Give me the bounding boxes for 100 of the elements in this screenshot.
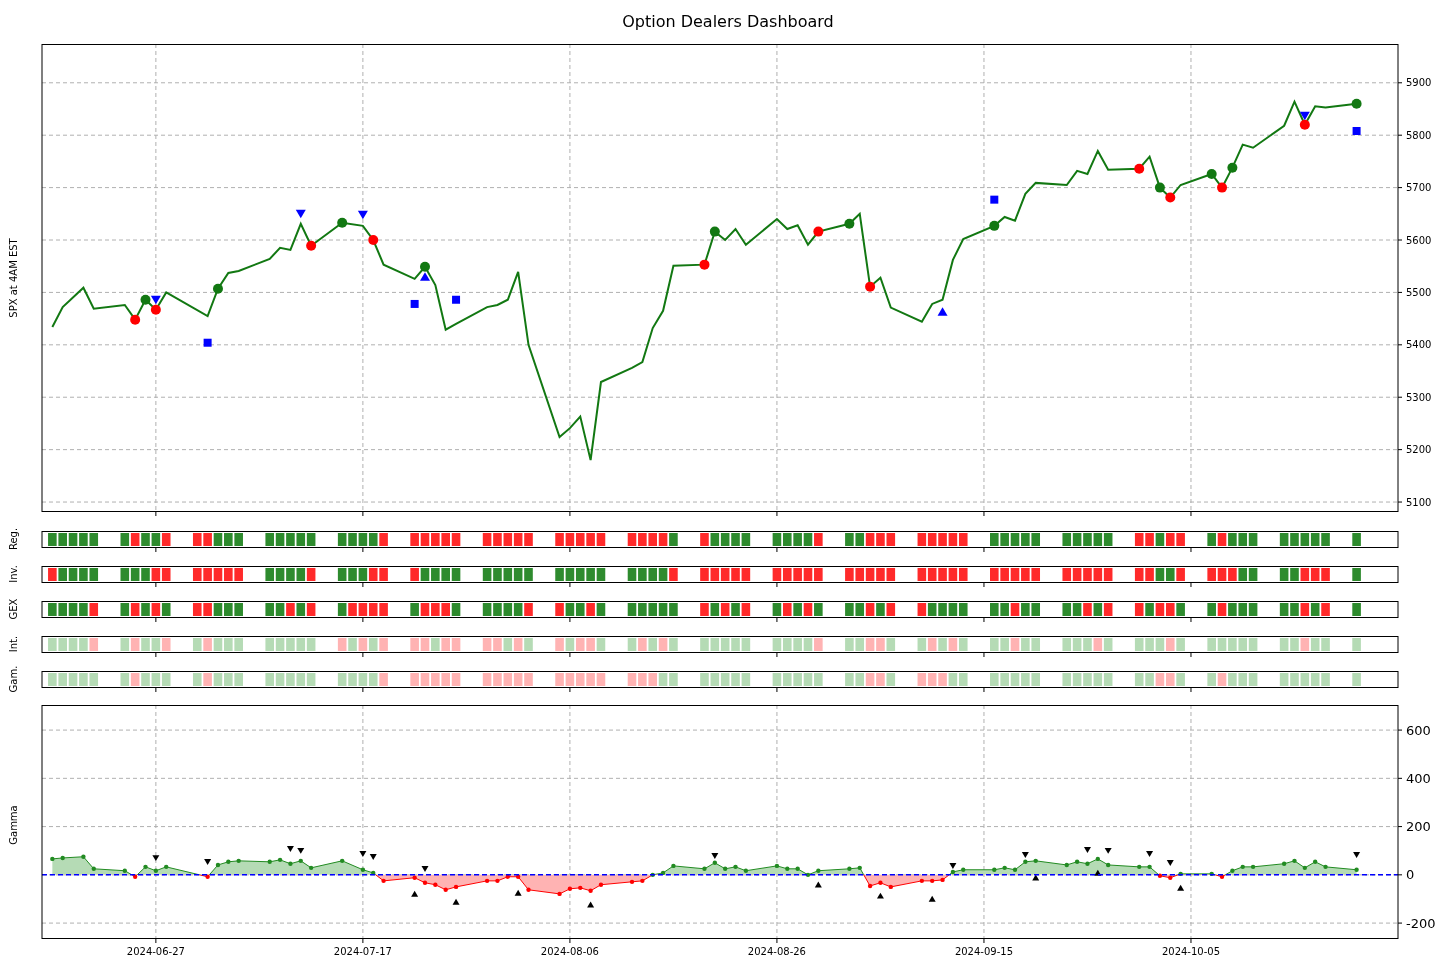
- axis-tick-label: 5300: [1406, 391, 1432, 403]
- down-triangle-marker: [1353, 852, 1361, 858]
- circle-marker: [1227, 162, 1238, 173]
- up-triangle-marker: [452, 898, 460, 905]
- up-triangle-marker: [411, 890, 419, 897]
- axis-tick-label: 5200: [1406, 444, 1432, 456]
- gamma-point: [1064, 862, 1069, 868]
- down-triangle-marker: [421, 866, 429, 872]
- gamma-point: [1230, 868, 1235, 873]
- gamma-point: [205, 874, 210, 879]
- gamma-point: [671, 863, 676, 869]
- gamma-point: [143, 864, 148, 870]
- up-triangle-marker: [587, 901, 595, 908]
- gamma-point: [588, 888, 593, 893]
- gamma-point: [50, 856, 55, 862]
- gamma-point: [164, 864, 169, 870]
- gamma-point: [805, 872, 811, 878]
- circle-marker: [1165, 192, 1176, 203]
- axis-tick-label: 600: [1406, 722, 1431, 738]
- gamma-point: [1302, 865, 1308, 871]
- gamma-point: [288, 861, 293, 866]
- down-triangle-marker: [295, 209, 306, 219]
- gamma-point: [91, 866, 96, 871]
- gamma-point: [267, 859, 272, 864]
- gamma-point: [878, 880, 883, 885]
- gamma-point: [298, 858, 303, 864]
- gamma-point: [132, 874, 138, 879]
- circle-marker: [150, 304, 161, 315]
- gamma-point: [919, 878, 925, 884]
- gamma-point: [1105, 862, 1111, 868]
- gamma-point: [422, 880, 428, 885]
- circle-marker: [989, 220, 1000, 231]
- gamma-point: [1354, 867, 1359, 872]
- circle-marker: [1351, 98, 1362, 109]
- gamma-point: [122, 868, 127, 873]
- gamma-point: [940, 877, 945, 883]
- gamma-point: [629, 879, 635, 885]
- gamma-point: [598, 882, 604, 887]
- up-triangle-marker: [420, 272, 430, 281]
- down-triangle-marker: [1166, 859, 1174, 866]
- gamma-point: [1323, 864, 1328, 870]
- gamma-point: [81, 854, 86, 859]
- up-triangle-marker: [1032, 874, 1040, 881]
- gamma-point: [515, 874, 521, 879]
- gamma-point: [733, 864, 738, 870]
- square-marker: [410, 299, 419, 308]
- axis-label: SPX at 4AM EST: [8, 238, 19, 318]
- gamma-point: [567, 886, 573, 891]
- gamma-point: [1033, 858, 1038, 864]
- down-triangle-marker: [1299, 111, 1310, 121]
- circle-marker: [865, 281, 876, 292]
- axis-tick-label: 5800: [1406, 129, 1432, 141]
- gamma-point: [433, 882, 438, 887]
- axis-tick-label: 2024-07-17: [333, 946, 392, 957]
- axis-label: Gamma: [8, 805, 19, 845]
- gamma-point: [371, 870, 376, 876]
- circle-marker: [306, 240, 317, 251]
- circle-marker: [337, 217, 348, 228]
- strip-label: Inv.: [8, 565, 19, 583]
- gamma-point: [743, 868, 749, 873]
- axis-tick-label: 2024-08-26: [747, 946, 806, 957]
- gamma-point: [1002, 865, 1007, 871]
- gamma-point: [443, 887, 448, 892]
- circle-marker: [1217, 182, 1228, 193]
- strip-label: GEX: [8, 598, 19, 620]
- down-triangle-marker: [949, 863, 957, 870]
- gamma-point: [992, 867, 997, 872]
- gamma-point: [360, 867, 366, 872]
- down-triangle-marker: [297, 847, 305, 854]
- gamma-point: [215, 862, 221, 868]
- circle-marker: [699, 259, 710, 270]
- axis-tick-label: 5900: [1406, 77, 1432, 89]
- square-marker: [990, 195, 999, 204]
- axis-tick-label: 400: [1406, 770, 1431, 786]
- gamma-point: [888, 884, 893, 890]
- axis-tick-label: 5500: [1406, 286, 1432, 298]
- axis-tick-label: 0: [1406, 867, 1415, 883]
- gamma-point: [1095, 856, 1100, 862]
- gamma-point: [712, 860, 717, 865]
- strip-label: Gam.: [8, 665, 19, 693]
- up-triangle-marker: [514, 889, 522, 896]
- gamma-point: [650, 872, 655, 878]
- circle-marker: [709, 226, 720, 237]
- gamma-point: [1157, 873, 1163, 878]
- gamma-point: [236, 858, 241, 864]
- gamma-point: [640, 878, 645, 884]
- gamma-point: [867, 883, 873, 889]
- gamma-point: [702, 866, 707, 871]
- strip-label: Reg.: [8, 527, 19, 551]
- down-triangle-marker: [359, 851, 367, 857]
- down-triangle-marker: [369, 853, 377, 860]
- circle-marker: [130, 314, 141, 325]
- square-marker: [1352, 127, 1361, 135]
- circle-marker: [1206, 168, 1217, 179]
- chart-title: Option Dealers Dashboard: [622, 11, 834, 33]
- strip-label: Int.: [8, 635, 19, 653]
- down-triangle-marker: [1146, 851, 1154, 857]
- gamma-point: [1023, 859, 1028, 864]
- axis-tick-label: -200: [1406, 915, 1436, 931]
- gamma-point: [1178, 871, 1183, 877]
